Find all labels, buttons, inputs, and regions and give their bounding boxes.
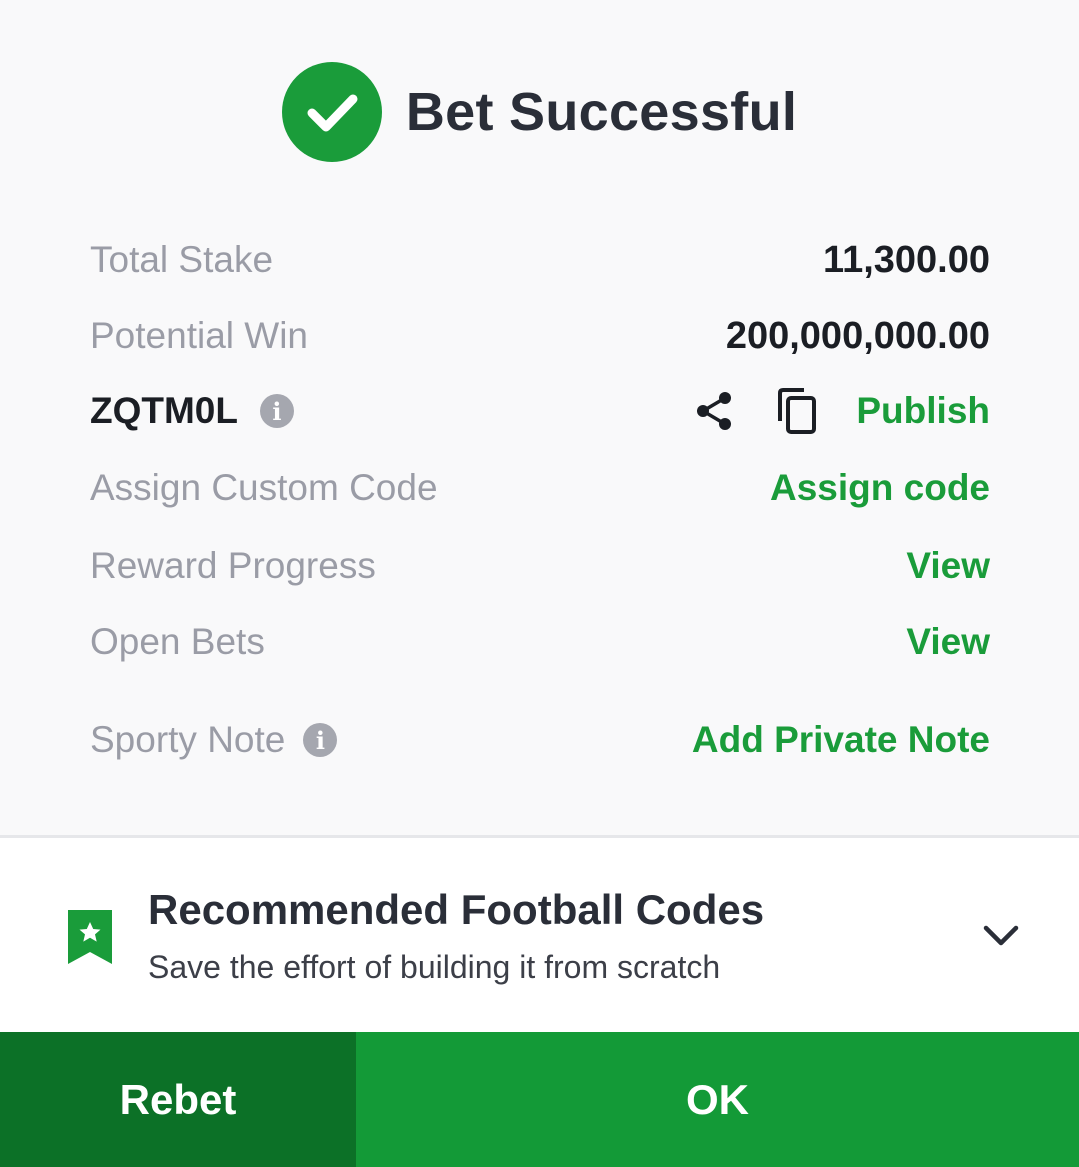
chevron-down-icon[interactable] bbox=[982, 920, 1020, 955]
recommended-codes-panel[interactable]: Recommended Football Codes Save the effo… bbox=[0, 838, 1079, 1032]
potential-win-value: 200,000,000.00 bbox=[725, 314, 990, 357]
recommended-subtitle: Save the effort of building it from scra… bbox=[148, 949, 721, 985]
sporty-note-label: Sporty Note bbox=[90, 719, 286, 760]
open-bets-label: Open Bets bbox=[90, 621, 265, 662]
total-stake-label: Total Stake bbox=[90, 239, 274, 280]
total-stake-value: 11,300.00 bbox=[823, 238, 990, 281]
assign-code-button[interactable]: Assign code bbox=[770, 467, 990, 509]
check-circle-icon bbox=[281, 62, 382, 162]
open-bets-row: Open Bets View bbox=[90, 612, 990, 672]
publish-button[interactable]: Publish bbox=[856, 390, 990, 432]
assign-custom-code-label: Assign Custom Code bbox=[90, 467, 438, 508]
copy-icon[interactable] bbox=[774, 387, 818, 435]
info-icon[interactable]: i bbox=[303, 723, 338, 757]
share-icon[interactable] bbox=[692, 389, 736, 433]
add-private-note-button[interactable]: Add Private Note bbox=[692, 719, 990, 761]
assign-code-row: Assign Custom Code Assign code bbox=[90, 458, 990, 518]
reward-progress-row: Reward Progress View bbox=[90, 536, 990, 596]
bookmark-star-icon bbox=[66, 908, 114, 971]
reward-progress-view-link[interactable]: View bbox=[906, 545, 990, 587]
potential-win-row: Potential Win 200,000,000.00 bbox=[90, 306, 990, 366]
info-icon[interactable]: i bbox=[259, 394, 294, 428]
recommended-title: Recommended Football Codes bbox=[148, 886, 765, 933]
booking-code-row: ZQTM0L i Publish bbox=[90, 381, 990, 441]
sporty-note-row: Sporty Note i Add Private Note bbox=[90, 710, 990, 770]
ok-button[interactable]: OK bbox=[356, 1032, 1079, 1167]
open-bets-view-link[interactable]: View bbox=[906, 621, 990, 663]
reward-progress-label: Reward Progress bbox=[90, 545, 376, 586]
booking-code: ZQTM0L bbox=[90, 390, 238, 431]
page-title: Bet Successful bbox=[405, 82, 798, 142]
success-header: Bet Successful bbox=[0, 62, 1079, 162]
potential-win-label: Potential Win bbox=[90, 315, 308, 356]
rebet-button[interactable]: Rebet bbox=[0, 1032, 356, 1167]
total-stake-row: Total Stake 11,300.00 bbox=[90, 230, 990, 290]
